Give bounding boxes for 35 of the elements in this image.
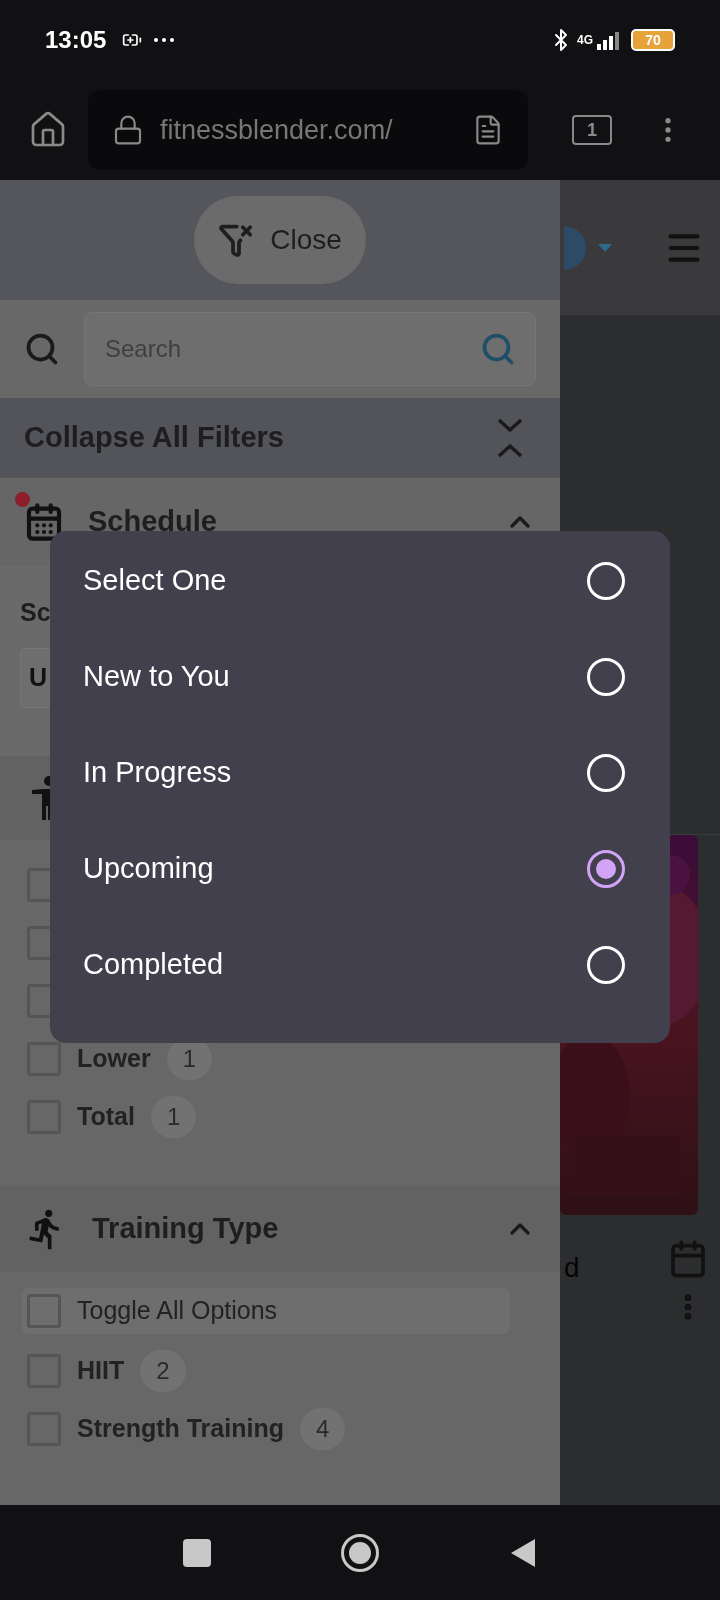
toggle-all-row[interactable]: Toggle All Options: [22, 1288, 510, 1334]
dialog-option[interactable]: In Progress: [50, 725, 670, 821]
radio-button[interactable]: [587, 850, 625, 888]
option-label: Strength Training: [77, 1413, 284, 1445]
address-bar[interactable]: fitnessblender.com/: [88, 90, 528, 170]
option-label: Lower: [77, 1043, 151, 1075]
option-label: Total: [77, 1101, 135, 1133]
network-label: 4G: [577, 32, 593, 49]
recents-button[interactable]: [183, 1538, 211, 1567]
count-badge: 2: [140, 1350, 186, 1392]
clock: 13:05: [45, 25, 107, 55]
dialog-option[interactable]: Select One: [50, 533, 670, 629]
avatar[interactable]: [564, 225, 586, 270]
back-button[interactable]: [509, 1536, 537, 1569]
calendar-icon[interactable]: [668, 1239, 708, 1279]
dialog-option[interactable]: Completed: [50, 917, 670, 1013]
checkbox[interactable]: [27, 1294, 61, 1328]
dialog-option[interactable]: Upcoming: [50, 821, 670, 917]
dropdown-caret-icon[interactable]: [598, 243, 612, 252]
count-badge: 1: [150, 1096, 197, 1138]
count-badge: 4: [299, 1408, 346, 1450]
search-icon[interactable]: [24, 331, 60, 367]
more-notifications-icon: [154, 38, 175, 42]
field-label: Sc: [20, 597, 51, 628]
close-button[interactable]: Close: [194, 196, 366, 284]
search-icon[interactable]: [480, 331, 516, 367]
collapse-all-icon[interactable]: [496, 416, 524, 460]
option-label: HIIT: [77, 1355, 125, 1387]
dialog-option[interactable]: New to You: [50, 629, 670, 725]
home-button[interactable]: [341, 1533, 379, 1572]
tabs-button[interactable]: 1: [572, 115, 612, 145]
filter-off-icon: [218, 222, 255, 258]
checkbox[interactable]: [27, 1042, 61, 1076]
calendar-icon: [24, 502, 64, 542]
battery-icon: 70: [631, 29, 675, 51]
